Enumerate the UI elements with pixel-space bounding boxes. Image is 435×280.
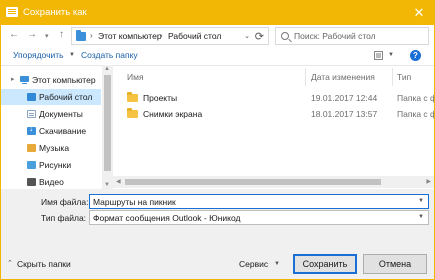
file-row[interactable]: Проекты 19.01.2017 12:44 Папка с ф (113, 90, 434, 106)
folder-icon (127, 108, 138, 118)
pictures-icon (27, 161, 36, 169)
video-icon (27, 178, 36, 186)
file-date: 18.01.2017 13:57 (311, 109, 378, 119)
dialog-footer: ⌃ Скрыть папки Сервис ▼ Сохранить Отмена (1, 251, 434, 279)
file-name: Проекты (143, 93, 178, 103)
breadcrumb-desktop[interactable]: Рабочий стол (168, 31, 221, 41)
desktop-icon (27, 93, 36, 101)
save-button[interactable]: Сохранить (293, 254, 357, 274)
column-header-name[interactable]: Имя (127, 72, 144, 82)
tree-item-label: Рисунки (39, 160, 72, 170)
search-icon (281, 32, 289, 40)
back-arrow-icon[interactable]: ← (9, 29, 19, 41)
help-icon[interactable]: ? (410, 50, 421, 61)
view-options-icon[interactable] (374, 51, 383, 60)
filename-label: Имя файла: (41, 197, 89, 207)
filetype-label: Тип файла: (41, 213, 87, 223)
file-type: Папка с ф (397, 93, 434, 103)
tree-item-this-pc[interactable]: ▸ Этот компьютер (1, 72, 101, 88)
column-header-type[interactable]: Тип (397, 72, 411, 82)
file-row[interactable]: Снимки экрана 18.01.2017 13:57 Папка с ф (113, 106, 434, 122)
organize-button[interactable]: Упорядочить (13, 50, 64, 60)
save-as-dialog: Сохранить как ✕ ← → ▾ ↑ › Этот компьютер… (0, 0, 435, 280)
chevron-right-icon[interactable]: › (160, 31, 163, 40)
column-divider[interactable] (392, 68, 393, 86)
navigation-pane: ▸ Этот компьютер Рабочий стол Документы … (1, 65, 113, 189)
search-input[interactable]: Поиск: Рабочий стол (275, 27, 429, 45)
filename-value: Маршруты на пикник (93, 197, 176, 207)
tree-item-label: Видео (39, 177, 64, 187)
navigation-bar: ← → ▾ ↑ › Этот компьютер › Рабочий стол … (1, 25, 434, 47)
file-name: Снимки экрана (143, 109, 203, 119)
chevron-down-icon[interactable]: ▼ (418, 214, 424, 220)
tree-item-label: Документы (39, 109, 83, 119)
file-list-horizontal-scrollbar[interactable]: ◀ ▶ (113, 176, 434, 188)
music-icon (27, 144, 36, 152)
computer-icon (20, 76, 29, 84)
command-toolbar: Упорядочить ▼ Создать папку ▼ ? (1, 47, 434, 65)
outlook-app-icon (6, 7, 18, 17)
chevron-down-icon[interactable]: ⌄ (244, 32, 250, 40)
file-type: Папка с ф (397, 109, 434, 119)
up-arrow-icon[interactable]: ↑ (59, 29, 64, 41)
folder-icon (127, 92, 138, 102)
refresh-icon[interactable]: ⟳ (255, 30, 264, 43)
scroll-up-arrow-icon[interactable]: ▲ (104, 66, 110, 72)
breadcrumb-this-pc[interactable]: Этот компьютер (98, 31, 162, 41)
scroll-right-arrow-icon[interactable]: ▶ (426, 178, 431, 185)
filename-input[interactable]: Маршруты на пикник ▼ (89, 194, 429, 209)
chevron-up-icon[interactable]: ⌃ (7, 259, 13, 267)
recent-locations-icon[interactable]: ▾ (45, 31, 49, 43)
tree-item-documents[interactable]: Документы (1, 106, 101, 122)
chevron-right-icon[interactable]: › (90, 31, 93, 40)
scrollbar-thumb[interactable] (104, 75, 111, 171)
expand-arrow-icon[interactable]: ▸ (11, 75, 15, 83)
tree-item-desktop[interactable]: Рабочий стол (1, 89, 101, 105)
chevron-down-icon[interactable]: ▼ (274, 261, 280, 267)
title-bar[interactable]: Сохранить как ✕ (1, 1, 434, 25)
documents-icon (27, 110, 36, 118)
scroll-down-arrow-icon[interactable]: ▼ (104, 182, 110, 188)
hide-folders-button[interactable]: Скрыть папки (17, 259, 71, 269)
column-header-date[interactable]: Дата изменения (311, 72, 375, 82)
close-button[interactable]: ✕ (404, 1, 434, 25)
chevron-down-icon[interactable]: ▼ (418, 198, 424, 204)
scroll-left-arrow-icon[interactable]: ◀ (116, 178, 121, 185)
filetype-select[interactable]: Формат сообщения Outlook - Юникод ▼ (89, 210, 429, 225)
column-divider[interactable] (305, 68, 306, 86)
new-folder-button[interactable]: Создать папку (81, 50, 138, 60)
file-date: 19.01.2017 12:44 (311, 93, 378, 103)
tools-menu-button[interactable]: Сервис (239, 259, 268, 269)
folder-icon (76, 30, 86, 41)
scrollbar-thumb[interactable] (125, 179, 381, 185)
forward-arrow-icon[interactable]: → (27, 29, 37, 41)
tree-item-music[interactable]: Музыка (1, 140, 101, 156)
search-placeholder: Поиск: Рабочий стол (294, 31, 376, 41)
navigation-pane-scrollbar[interactable]: ▲ ▼ (102, 65, 113, 189)
tree-item-downloads[interactable]: Скачивание (1, 123, 101, 139)
filetype-value: Формат сообщения Outlook - Юникод (93, 213, 241, 223)
tree-item-label: Этот компьютер (32, 75, 96, 85)
dialog-title: Сохранить как (23, 7, 87, 18)
chevron-down-icon[interactable]: ▼ (388, 52, 394, 58)
chevron-down-icon[interactable]: ▼ (69, 52, 75, 58)
tree-item-label: Рабочий стол (39, 92, 93, 102)
cancel-button[interactable]: Отмена (363, 254, 427, 274)
tree-item-label: Музыка (39, 143, 70, 153)
file-list: Имя Дата изменения Тип Проекты 19.01.201… (113, 65, 434, 189)
tree-item-label: Скачивание (39, 126, 87, 136)
tree-item-pictures[interactable]: Рисунки (1, 157, 101, 173)
downloads-icon (27, 124, 36, 135)
tree-item-video[interactable]: Видео (1, 174, 101, 190)
address-bar[interactable]: › Этот компьютер › Рабочий стол ⌄ ⟳ (71, 27, 269, 45)
